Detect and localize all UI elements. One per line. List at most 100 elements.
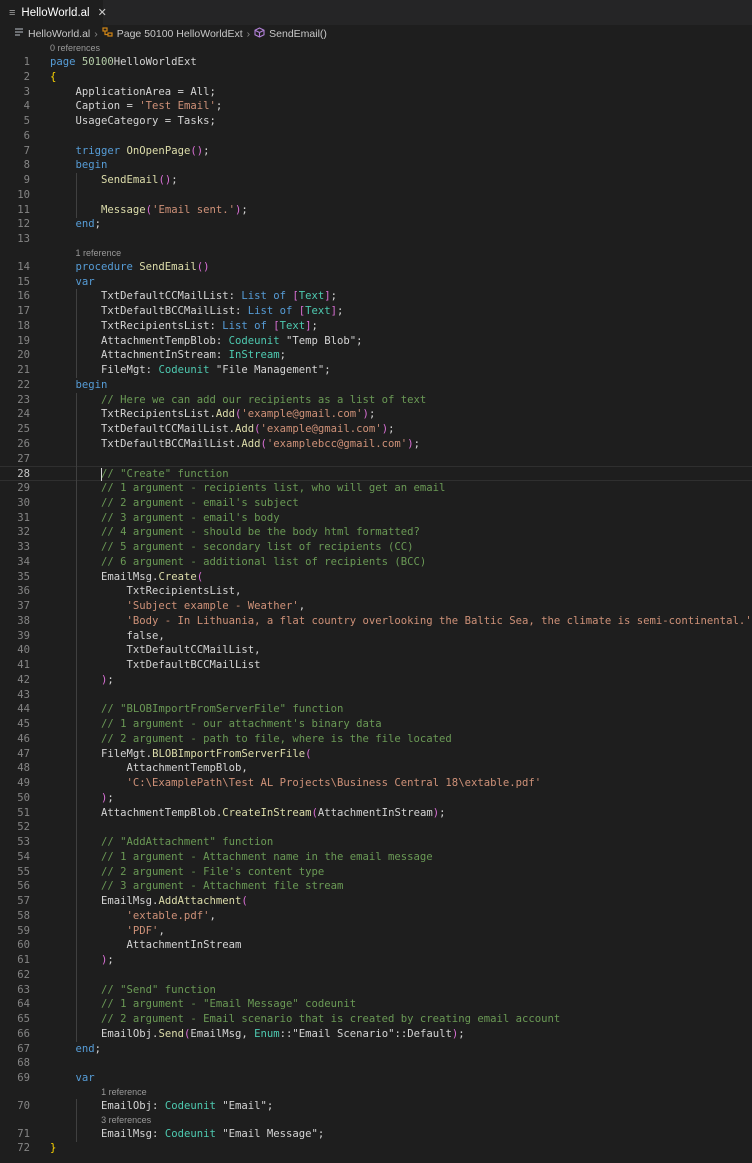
code-line[interactable]: 19 AttachmentTempBlob: Codeunit "Temp Bl… [0,334,752,349]
code-line[interactable]: 64 // 1 argument - "Email Message" codeu… [0,997,752,1012]
code-token: procedure [50,260,140,273]
code-line[interactable]: 25 TxtDefaultCCMailList.Add('example@gma… [0,422,752,437]
code-token: // 5 argument - secondary list of recipi… [50,541,414,553]
tab-helloworld[interactable]: ≡ HelloWorld.al ✕ [0,0,107,25]
code-token: Codeunit [164,1127,223,1140]
code-line[interactable]: 29 // 1 argument - recipients list, who … [0,481,752,496]
code-line[interactable]: 71 EmailMsg: Codeunit "Email Message"; [0,1127,752,1142]
code-text: SendEmail(); [50,173,178,188]
code-line[interactable]: 20 AttachmentInStream: InStream; [0,348,752,363]
code-line[interactable]: 38 'Body - In Lithuania, a flat country … [0,614,752,629]
code-line[interactable]: 48 AttachmentTempBlob, [0,761,752,776]
code-line[interactable]: 54 // 1 argument - Attachment name in th… [0,850,752,865]
code-line[interactable]: 27 [0,452,752,467]
codelens-references[interactable]: 1 reference [0,1086,752,1099]
line-number: 40 [17,644,30,657]
code-token: var [50,1072,95,1084]
code-line[interactable]: 40 TxtDefaultCCMailList, [0,643,752,658]
code-line[interactable]: 58 'extable.pdf', [0,909,752,924]
code-line[interactable]: 37 'Subject example - Weather', [0,599,752,614]
code-line[interactable]: 60 AttachmentInStream [0,938,752,953]
code-line[interactable]: 11 Message('Email sent.'); [0,203,752,218]
code-line[interactable]: 51 AttachmentTempBlob.CreateInStream(Att… [0,806,752,821]
code-line[interactable]: 7 trigger OnOpenPage(); [0,144,752,159]
code-line[interactable]: 30 // 2 argument - email's subject [0,496,752,511]
code-line[interactable]: 49 'C:\ExamplePath\Test AL Projects\Busi… [0,776,752,791]
code-token: EmailMsg: [50,1127,165,1140]
code-line[interactable]: 13 [0,232,752,247]
code-line[interactable]: 63 // "Send" function [0,983,752,998]
code-line[interactable]: 6 [0,129,752,144]
line-number: 25 [17,423,30,435]
code-token: 'Subject example - Weather' [50,600,299,612]
code-editor[interactable]: 0 references 1 page 50100HelloWorldExt 2{3 … [0,42,752,1156]
code-line[interactable]: 66 EmailObj.Send(EmailMsg, Enum::"Email … [0,1027,752,1042]
code-line[interactable]: 68 [0,1056,752,1071]
code-line[interactable]: 67 end; [0,1042,752,1057]
code-token: end [50,218,95,231]
code-line[interactable]: 39 false, [0,629,752,644]
codelens-references[interactable]: 1 reference [0,247,752,260]
code-line[interactable]: 4 Caption = 'Test Email'; [0,99,752,114]
codelens-references[interactable]: 3 references [0,1114,752,1127]
code-line[interactable]: 33 // 5 argument - secondary list of rec… [0,540,752,555]
code-line[interactable]: 9 SendEmail(); [0,173,752,188]
code-line[interactable]: 50 ); [0,791,752,806]
line-number: 36 [17,585,30,598]
breadcrumb-file[interactable]: HelloWorld.al [28,28,90,40]
code-line[interactable]: 57 EmailMsg.AddAttachment( [0,894,752,909]
line-number: 24 [17,408,30,421]
code-line[interactable]: 52 [0,820,752,835]
code-line[interactable]: 35 EmailMsg.Create( [0,570,752,585]
code-line[interactable]: 16 TxtDefaultCCMailList: List of [Text]; [0,289,752,304]
code-line[interactable]: 3 ApplicationArea = All; [0,85,752,100]
code-line[interactable]: 31 // 3 argument - email's body [0,511,752,526]
code-line[interactable]: 12 end; [0,217,752,232]
code-line[interactable]: 24 TxtRecipientsList.Add('example@gmail.… [0,407,752,422]
code-line[interactable]: 69 var [0,1071,752,1086]
code-line[interactable]: 72} [0,1141,752,1156]
code-line[interactable]: 23 // Here we can add our recipients as … [0,393,752,408]
code-line[interactable]: 45 // 1 argument - our attachment's bina… [0,717,752,732]
code-line[interactable]: 42 ); [0,673,752,688]
code-line[interactable]: 22 begin [0,378,752,393]
breadcrumb-method[interactable]: SendEmail() [269,28,327,40]
code-token: AttachmentTempBlob, [50,762,248,775]
code-line[interactable]: 56 // 3 argument - Attachment file strea… [0,879,752,894]
code-line[interactable]: 44 // "BLOBImportFromServerFile" functio… [0,702,752,717]
code-line[interactable]: 18 TxtRecipientsList: List of [Text]; [0,319,752,334]
code-line[interactable]: 10 [0,188,752,203]
code-line[interactable]: 43 [0,688,752,703]
close-icon[interactable]: ✕ [98,6,107,19]
code-token: EmailObj: [50,1099,165,1112]
code-line[interactable]: 46 // 2 argument - path to file, where i… [0,732,752,747]
code-line[interactable]: 36 TxtRecipientsList, [0,584,752,599]
code-line[interactable]: 70 EmailObj: Codeunit "Email"; [0,1099,752,1114]
breadcrumb-page[interactable]: Page 50100 HelloWorldExt [117,28,243,40]
code-text: UsageCategory = Tasks; [50,114,216,129]
codelens-references[interactable]: 0 references [0,42,752,55]
code-line[interactable]: 59 'PDF', [0,924,752,939]
code-line[interactable]: 14 procedure SendEmail() [0,260,752,275]
code-line[interactable]: 55 // 2 argument - File's content type [0,865,752,880]
code-line[interactable]: 15 var [0,275,752,290]
code-line[interactable]: 21 FileMgt: Codeunit "File Management"; [0,363,752,378]
code-line[interactable]: 5 UsageCategory = Tasks; [0,114,752,129]
code-line[interactable]: 41 TxtDefaultBCCMailList [0,658,752,673]
code-token: Codeunit [228,334,286,347]
code-line[interactable]: 47 FileMgt.BLOBImportFromServerFile( [0,747,752,762]
code-text: end; [50,1042,102,1057]
code-line[interactable]: 53 // "AddAttachment" function [0,835,752,850]
code-line[interactable]: 17 TxtDefaultBCCMailList: List of [Text]… [0,304,752,319]
code-line[interactable]: 65 // 2 argument - Email scenario that i… [0,1012,752,1027]
code-line[interactable]: 62 [0,968,752,983]
code-line[interactable]: 34 // 6 argument - additional list of re… [0,555,752,570]
code-line[interactable]: 61 ); [0,953,752,968]
code-line[interactable]: 32 // 4 argument - should be the body ht… [0,525,752,540]
code-line[interactable]: 28 // "Create" function [0,466,752,482]
code-line[interactable]: 26 TxtDefaultBCCMailList.Add('examplebcc… [0,437,752,452]
code-line[interactable]: 8 begin [0,158,752,173]
code-line[interactable]: 2{ [0,70,752,85]
code-line[interactable]: 1 page 50100HelloWorldExt [0,55,752,70]
code-token: // "BLOBImportFromServerFile" function [50,703,344,716]
